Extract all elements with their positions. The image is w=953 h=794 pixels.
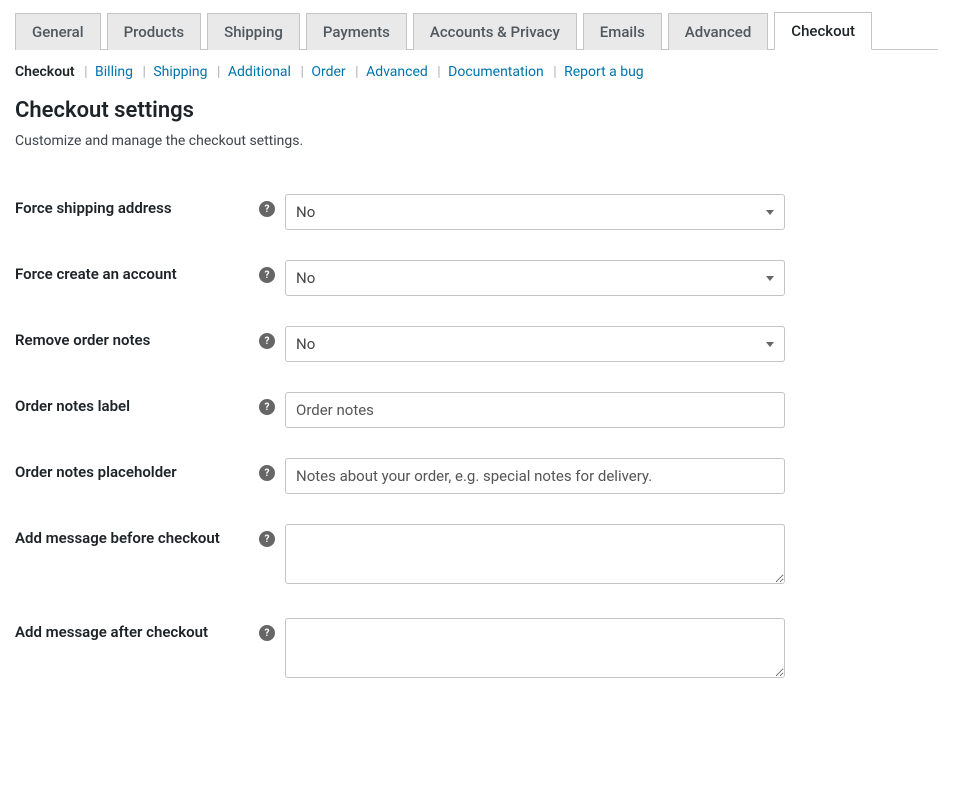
tab-advanced[interactable]: Advanced [668,13,768,50]
subnav-separator: | [84,64,87,80]
chevron-down-icon [766,276,774,281]
subnav-billing[interactable]: Billing [95,64,133,80]
section-title: Checkout settings [15,98,938,123]
help-icon[interactable]: ? [259,333,275,349]
chevron-down-icon [766,342,774,347]
help-icon[interactable]: ? [259,465,275,481]
label-order-notes-label: Order notes label ? [15,377,285,443]
tab-payments[interactable]: Payments [306,13,407,50]
settings-form: Force shipping address ? No Force create… [15,179,938,697]
subnav-separator: | [355,64,358,80]
input-order-notes-placeholder[interactable] [285,458,785,494]
label-order-notes-placeholder: Order notes placeholder ? [15,443,285,509]
textarea-msg-before-checkout[interactable] [285,524,785,584]
tab-accounts-privacy[interactable]: Accounts & Privacy [413,13,577,50]
help-icon[interactable]: ? [259,201,275,217]
tab-checkout[interactable]: Checkout [774,12,872,50]
label-msg-after-checkout: Add message after checkout ? [15,603,285,697]
select-value: No [296,269,315,287]
subnav-separator: | [142,64,145,80]
subnav-advanced[interactable]: Advanced [366,64,428,80]
tab-shipping[interactable]: Shipping [207,13,300,50]
help-icon[interactable]: ? [259,399,275,415]
tab-products[interactable]: Products [107,13,202,50]
subnav-separator: | [217,64,220,80]
select-remove-order-notes[interactable]: No [285,326,785,362]
label-remove-order-notes: Remove order notes ? [15,311,285,377]
textarea-msg-after-checkout[interactable] [285,618,785,678]
help-icon[interactable]: ? [259,267,275,283]
select-force-shipping-address[interactable]: No [285,194,785,230]
chevron-down-icon [766,210,774,215]
subnav-shipping[interactable]: Shipping [153,64,207,80]
subnav-checkout[interactable]: Checkout [15,64,75,80]
subnav-additional[interactable]: Additional [228,64,291,80]
select-value: No [296,203,315,221]
subnav: Checkout | Billing | Shipping | Addition… [15,64,938,80]
subnav-separator: | [553,64,556,80]
tab-emails[interactable]: Emails [583,13,662,50]
label-force-create-account: Force create an account ? [15,245,285,311]
label-force-shipping-address: Force shipping address ? [15,179,285,245]
select-force-create-account[interactable]: No [285,260,785,296]
help-icon[interactable]: ? [259,531,275,547]
subnav-order[interactable]: Order [311,64,345,80]
subnav-documentation[interactable]: Documentation [448,64,544,80]
settings-tabs: General Products Shipping Payments Accou… [15,12,938,50]
section-description: Customize and manage the checkout settin… [15,133,938,149]
subnav-separator: | [300,64,303,80]
label-msg-before-checkout: Add message before checkout ? [15,509,285,603]
subnav-separator: | [437,64,440,80]
subnav-report-bug[interactable]: Report a bug [564,64,644,80]
tab-general[interactable]: General [15,13,101,50]
input-order-notes-label[interactable] [285,392,785,428]
help-icon[interactable]: ? [259,625,275,641]
select-value: No [296,335,315,353]
